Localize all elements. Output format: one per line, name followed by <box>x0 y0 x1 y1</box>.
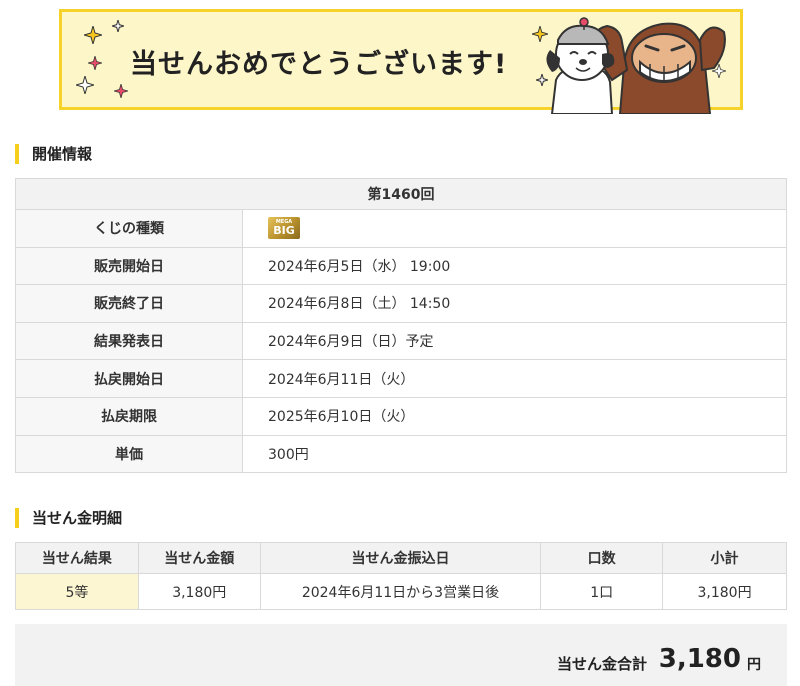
prize-grade: 5等 <box>15 573 139 610</box>
table-row: 結果発表日 2024年6月9日（日）予定 <box>15 321 787 361</box>
total-unit: 円 <box>747 657 761 673</box>
row-value: 2025年6月10日（火） <box>242 396 787 436</box>
row-label: 払戻期限 <box>15 396 243 436</box>
transfer-date: 2024年6月11日から3営業日後 <box>259 573 542 610</box>
banner-title: 当せんおめでとうございます! <box>130 49 508 80</box>
table-caption-row: 第1460回 <box>15 178 787 210</box>
ticket-count: 1口 <box>540 573 664 610</box>
row-label: くじの種類 <box>15 209 243 248</box>
table-header-row: 当せん結果 当せん金額 当せん金振込日 口数 小計 <box>15 542 787 574</box>
sparkle-icon <box>76 76 94 94</box>
row-label: 単価 <box>15 434 243 474</box>
column-header: 口数 <box>540 542 664 574</box>
row-value: 2024年6月5日（水） 19:00 <box>242 246 787 286</box>
sparkle-icon <box>88 56 102 70</box>
sparkle-icon <box>84 26 102 44</box>
event-info-table: 第1460回 くじの種類 MEGA BIG 販売開始日 2024年6月5日（水）… <box>15 178 787 474</box>
winnings-table: 当せん結果 当せん金額 当せん金振込日 口数 小計 5等 3,180円 2024… <box>15 542 787 610</box>
table-row: 払戻期限 2025年6月10日（火） <box>15 396 787 436</box>
table-row: 払戻開始日 2024年6月11日（火） <box>15 359 787 398</box>
row-label: 販売開始日 <box>15 246 243 286</box>
total-amount: 3,180 <box>658 644 741 674</box>
total-label: 当せん金合計 <box>556 655 647 673</box>
sparkle-icon <box>112 20 124 32</box>
row-value: 300円 <box>242 434 787 474</box>
prize-amount: 3,180円 <box>137 573 261 610</box>
row-label: 結果発表日 <box>15 321 243 361</box>
section-heading-event-info: 開催情報 <box>15 144 92 164</box>
column-header: 当せん結果 <box>15 542 139 574</box>
row-value: 2024年6月11日（火） <box>242 359 787 398</box>
sparkle-icon <box>114 84 128 98</box>
table-row: くじの種類 MEGA BIG <box>15 209 787 248</box>
round-number: 第1460回 <box>15 178 787 210</box>
mega-big-logo: MEGA BIG <box>268 217 300 240</box>
row-value-lottery-type: MEGA BIG <box>242 209 787 248</box>
total-box: 当せん金合計 3,180 円 <box>15 624 787 686</box>
row-label: 払戻開始日 <box>15 359 243 398</box>
section-heading-winnings: 当せん金明細 <box>15 508 122 528</box>
table-row: 単価 300円 <box>15 434 787 474</box>
column-header: 小計 <box>662 542 787 574</box>
mascot-illustration <box>546 17 726 114</box>
congratulations-banner: 当せんおめでとうございます! <box>59 9 743 114</box>
table-row: 5等 3,180円 2024年6月11日から3営業日後 1口 3,180円 <box>15 573 787 610</box>
table-row: 販売終了日 2024年6月8日（土） 14:50 <box>15 284 787 323</box>
row-value: 2024年6月8日（土） 14:50 <box>242 284 787 323</box>
row-label: 販売終了日 <box>15 284 243 323</box>
column-header: 当せん金額 <box>137 542 261 574</box>
row-value: 2024年6月9日（日）予定 <box>242 321 787 361</box>
subtotal: 3,180円 <box>662 573 787 610</box>
column-header: 当せん金振込日 <box>259 542 542 574</box>
table-row: 販売開始日 2024年6月5日（水） 19:00 <box>15 246 787 286</box>
